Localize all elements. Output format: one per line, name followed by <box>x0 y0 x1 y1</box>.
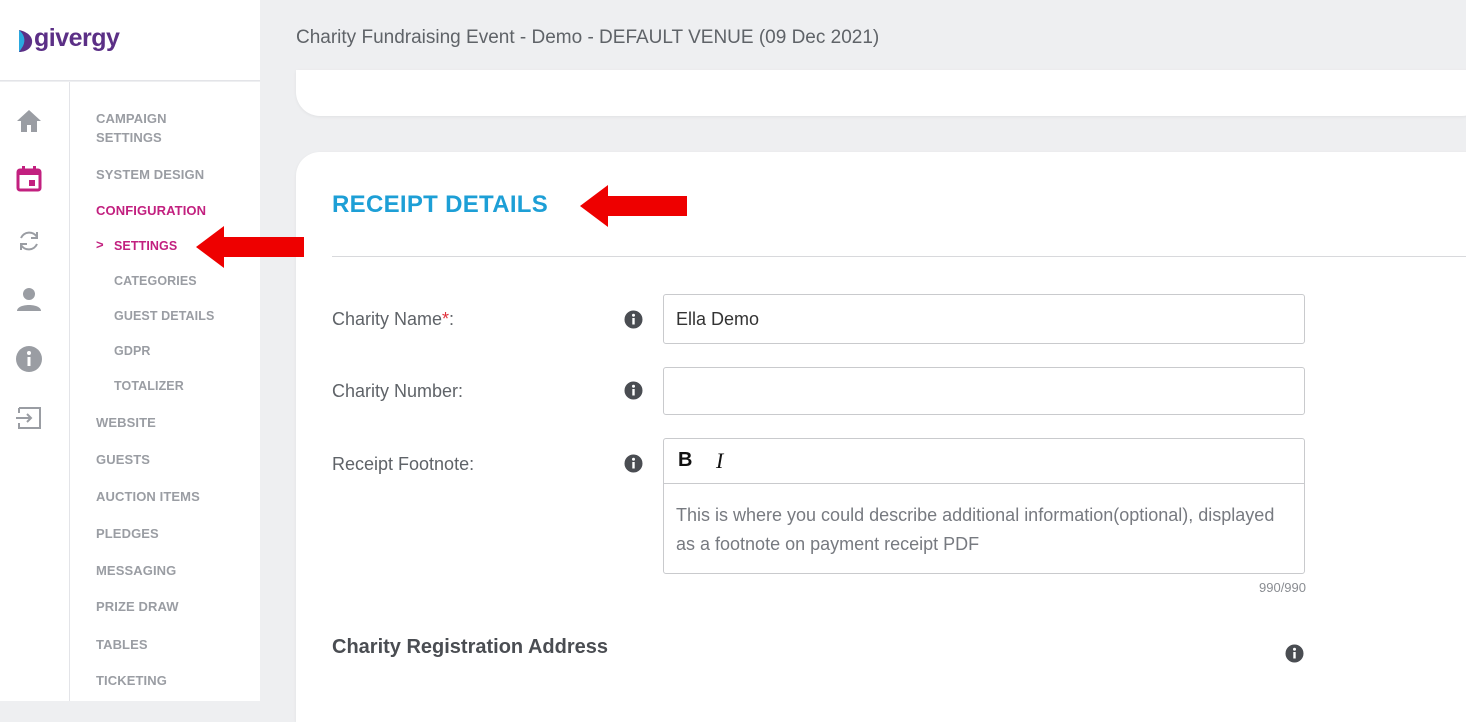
annotation-arrow-icon <box>580 185 687 227</box>
charity-number-input[interactable] <box>663 367 1305 415</box>
nav-prize-draw[interactable]: PRIZE DRAW <box>96 597 179 616</box>
nav-system-design[interactable]: SYSTEM DESIGN <box>96 165 204 184</box>
logo-bar: givergy <box>0 0 260 81</box>
logout-icon[interactable] <box>14 403 44 433</box>
icon-rail <box>0 82 70 701</box>
calendar-icon[interactable] <box>14 164 44 194</box>
charity-number-label: Charity Number: <box>332 381 464 401</box>
bold-button[interactable]: B <box>678 449 692 472</box>
italic-button[interactable]: I <box>716 448 723 474</box>
nav-configuration[interactable]: CONFIGURATION <box>96 201 206 220</box>
charity-name-input[interactable] <box>663 294 1305 344</box>
footnote-text-area[interactable]: This is where you could describe additio… <box>676 501 1286 559</box>
user-icon[interactable] <box>14 284 44 314</box>
info-icon[interactable] <box>1285 644 1304 663</box>
nav-campaign-settings[interactable]: CAMPAIGN SETTINGS <box>96 109 216 147</box>
info-icon[interactable] <box>624 381 643 400</box>
nav-totalizer[interactable]: TOTALIZER <box>114 377 184 396</box>
brand-logo-text[interactable]: givergy <box>34 24 120 53</box>
section-divider <box>332 256 1466 257</box>
nav-messaging[interactable]: MESSAGING <box>96 561 176 580</box>
annotation-arrow-icon <box>196 226 304 268</box>
nav-gdpr[interactable]: GDPR <box>114 342 151 361</box>
home-icon[interactable] <box>14 106 44 136</box>
receipt-footnote-editor[interactable]: B I This is where you could describe add… <box>663 438 1305 574</box>
nav-categories[interactable]: CATEGORIES <box>114 272 197 291</box>
refresh-icon[interactable] <box>14 226 44 256</box>
previous-section-card <box>296 70 1466 116</box>
charity-name-label-text: Charity Name <box>332 309 443 329</box>
nav-tables[interactable]: TABLES <box>96 635 148 654</box>
charity-name-label: Charity Name*: <box>332 309 454 330</box>
nav-ticketing[interactable]: TICKETING <box>96 671 167 690</box>
info-icon[interactable] <box>624 454 643 473</box>
info-icon[interactable] <box>624 310 643 329</box>
nav-pledges[interactable]: PLEDGES <box>96 524 159 543</box>
nav-auction-items[interactable]: AUCTION ITEMS <box>96 487 200 506</box>
nav-website[interactable]: WEBSITE <box>96 413 156 432</box>
editor-toolbar: B I <box>664 439 1304 484</box>
info-icon[interactable] <box>14 344 44 374</box>
chevron-right-icon: > <box>96 237 104 252</box>
label-colon: : <box>449 309 455 329</box>
nav-settings[interactable]: SETTINGS <box>114 237 177 256</box>
required-mark: * <box>442 309 450 329</box>
page-title: Charity Fundraising Event - Demo - DEFAU… <box>296 27 880 48</box>
settings-nav: CAMPAIGN SETTINGS SYSTEM DESIGN CONFIGUR… <box>70 82 260 701</box>
givergy-logo-icon <box>19 30 33 52</box>
receipt-footnote-label: Receipt Footnote: <box>332 454 475 474</box>
charity-registration-address-heading: Charity Registration Address <box>332 636 608 658</box>
character-counter: 990/990 <box>1259 580 1306 595</box>
nav-guests[interactable]: GUESTS <box>96 450 150 469</box>
section-title: RECEIPT DETAILS <box>332 191 549 218</box>
nav-guest-details[interactable]: GUEST DETAILS <box>114 307 214 326</box>
